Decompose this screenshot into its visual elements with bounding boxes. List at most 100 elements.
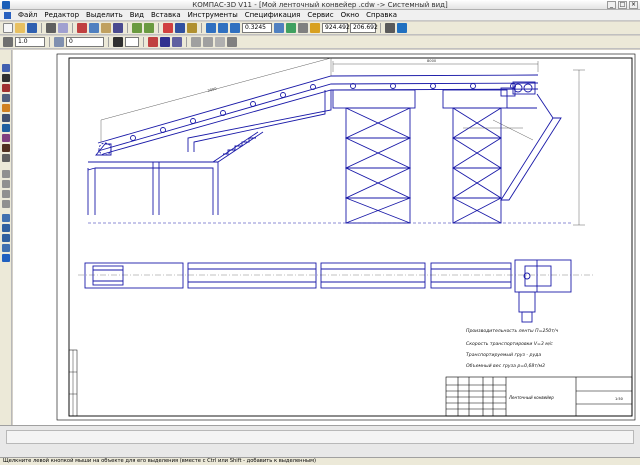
round-icon[interactable] — [172, 37, 182, 47]
menu-bar: Файл Редактор Выделить Вид Вставка Инстр… — [0, 10, 640, 21]
select-icon[interactable] — [2, 124, 10, 132]
state-icon[interactable] — [113, 37, 123, 47]
menu-service[interactable]: Сервис — [307, 10, 333, 21]
kompas-window: КОМПАС-3D V11 - [Мой ленточный конвейер … — [0, 0, 640, 465]
note-material: Транспортируемый груз - руда — [466, 352, 541, 358]
state-field[interactable] — [125, 37, 139, 47]
status-bar: Щелкните левой кнопкой мыши на объекте д… — [0, 457, 640, 465]
window-controls: _ □ × — [607, 1, 638, 9]
properties-panel-area[interactable] — [6, 430, 634, 444]
refresh-icon[interactable] — [286, 23, 296, 33]
compact-panel — [0, 50, 12, 425]
separator — [127, 23, 128, 33]
plan-view — [84, 259, 572, 323]
separator — [201, 23, 202, 33]
zoom-in-icon[interactable] — [206, 23, 216, 33]
raster-icon[interactable] — [2, 200, 10, 208]
dim-top-left: 2000 — [207, 87, 218, 93]
menu-edit[interactable]: Редактор — [44, 10, 79, 21]
separator — [41, 23, 42, 33]
geometry-icon[interactable] — [2, 64, 10, 72]
help-icon[interactable] — [397, 23, 407, 33]
note-capacity: Производительность ленты П=250т/ч — [466, 328, 558, 334]
minimize-button[interactable]: _ — [607, 1, 616, 9]
tool-a-icon[interactable] — [2, 214, 10, 222]
layer-field[interactable]: 0 — [66, 37, 104, 47]
menu-file[interactable]: Файл — [18, 10, 37, 21]
close-button[interactable]: × — [629, 1, 638, 9]
tool-b-icon[interactable] — [2, 224, 10, 232]
copy-icon[interactable] — [89, 23, 99, 33]
menu-help[interactable]: Справка — [366, 10, 397, 21]
new-document-icon[interactable] — [3, 23, 13, 33]
angle-icon[interactable] — [227, 37, 237, 47]
fragment-icon[interactable] — [2, 190, 10, 198]
stamp-scale: 1:50 — [615, 397, 623, 401]
manager-icon[interactable] — [163, 23, 173, 33]
variables-icon[interactable] — [187, 23, 197, 33]
preview-icon[interactable] — [58, 23, 68, 33]
title-bar: КОМПАС-3D V11 - [Мой ленточный конвейер … — [0, 0, 640, 10]
snap-icon[interactable] — [310, 23, 320, 33]
zoom-out-icon[interactable] — [218, 23, 228, 33]
redo-icon[interactable] — [144, 23, 154, 33]
reports-icon[interactable] — [2, 154, 10, 162]
grid-snap-icon[interactable] — [191, 37, 201, 47]
open-folder-icon[interactable] — [15, 23, 25, 33]
associative-view-icon[interactable] — [2, 134, 10, 142]
separator — [380, 23, 381, 33]
local-cs-icon[interactable] — [203, 37, 213, 47]
line-style-icon[interactable] — [3, 37, 13, 47]
insert-icon[interactable] — [2, 170, 10, 178]
designations-icon[interactable] — [2, 84, 10, 92]
pan-icon[interactable] — [274, 23, 284, 33]
macro-icon[interactable] — [2, 180, 10, 188]
line-width-field[interactable]: 1.0 — [15, 37, 45, 47]
drawing-canvas[interactable]: 2000 8000 Производительность ленты П=250… — [13, 50, 640, 425]
coord-x-field[interactable]: 924.492 — [322, 23, 350, 33]
cursor-icon[interactable] — [385, 23, 395, 33]
menu-view[interactable]: Вид — [130, 10, 144, 21]
properties-panel — [0, 425, 640, 457]
properties-icon[interactable] — [113, 23, 123, 33]
tool-c-icon[interactable] — [2, 234, 10, 242]
separator — [158, 23, 159, 33]
separator — [186, 37, 187, 47]
measure-icon[interactable] — [2, 114, 10, 122]
zoom-field[interactable]: 0.3245 — [242, 23, 272, 33]
save-icon[interactable] — [27, 23, 37, 33]
menu-specification[interactable]: Спецификация — [245, 10, 301, 21]
cut-icon[interactable] — [77, 23, 87, 33]
dimensions-icon[interactable] — [2, 74, 10, 82]
undo-icon[interactable] — [132, 23, 142, 33]
magnet-icon[interactable] — [148, 37, 158, 47]
library-icon[interactable] — [175, 23, 185, 33]
separator — [143, 37, 144, 47]
stamp-title: Ленточный конвейер — [508, 395, 554, 400]
maximize-button[interactable]: □ — [618, 1, 627, 9]
separator — [49, 37, 50, 47]
side-view — [87, 74, 562, 224]
zoom-window-icon[interactable] — [230, 23, 240, 33]
snap-settings-icon[interactable] — [215, 37, 225, 47]
conveyor-drawing: 2000 8000 Производительность ленты П=250… — [56, 53, 636, 421]
menu-tools[interactable]: Инструменты — [188, 10, 238, 21]
menu-window[interactable]: Окно — [341, 10, 360, 21]
ortho-icon[interactable] — [160, 37, 170, 47]
menu-insert[interactable]: Вставка — [151, 10, 181, 21]
paste-icon[interactable] — [101, 23, 111, 33]
edit-icon[interactable] — [2, 94, 10, 102]
coord-y-field[interactable]: 206.692 — [350, 23, 378, 33]
separator — [72, 23, 73, 33]
tool-d-icon[interactable] — [2, 244, 10, 252]
layer-icon[interactable] — [54, 37, 64, 47]
document-icon[interactable] — [4, 11, 11, 19]
print-icon[interactable] — [46, 23, 56, 33]
standard-toolbar: 0.3245 924.492 206.692 — [0, 22, 640, 35]
sheet-inner-frame — [68, 57, 633, 417]
parametrization-icon[interactable] — [2, 104, 10, 112]
menu-select[interactable]: Выделить — [86, 10, 123, 21]
tool-e-icon[interactable] — [2, 254, 10, 262]
grid-icon[interactable] — [298, 23, 308, 33]
specification-icon[interactable] — [2, 144, 10, 152]
